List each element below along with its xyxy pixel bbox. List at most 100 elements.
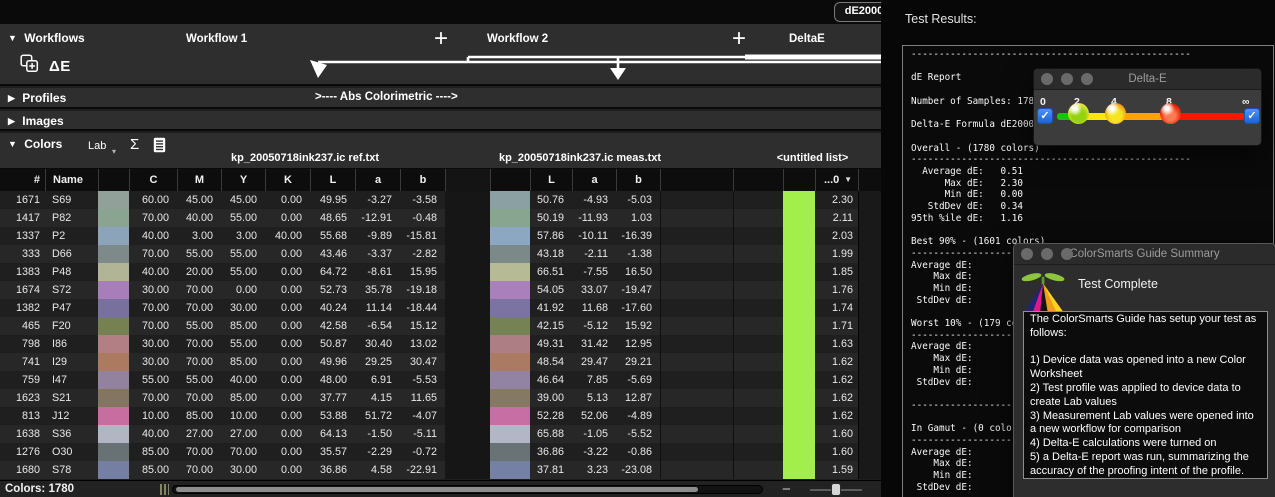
sigma-stats-icon[interactable]: Σ: [130, 136, 139, 153]
table-row[interactable]: 1680S7885.0070.0030.000.0036.864.58-22.9…: [0, 461, 881, 479]
color-mode-dropdown[interactable]: Lab ▾: [88, 140, 106, 152]
table-row[interactable]: 759I4755.0055.0040.000.0048.006.91-5.534…: [0, 371, 881, 389]
meas-swatch: [490, 299, 530, 317]
minimize-icon[interactable]: [1061, 73, 1073, 85]
images-header[interactable]: ▶ Images: [8, 114, 64, 128]
cell-l: 48.65: [310, 209, 355, 227]
table-row[interactable]: 465F2070.0055.0085.000.0042.58-6.5415.12…: [0, 317, 881, 335]
col-e1: [660, 443, 733, 461]
minimize-icon[interactable]: [1041, 248, 1053, 260]
col-edge: [858, 389, 881, 407]
scrollbar-thumb[interactable]: [176, 487, 698, 492]
cell-mb: -23.08: [616, 461, 660, 479]
cell-m: 70.00: [177, 299, 221, 317]
list-name-label: <untitled list>: [750, 152, 875, 164]
resize-grip[interactable]: [160, 484, 169, 495]
colors-header[interactable]: ▼ Colors: [8, 137, 62, 151]
add-workflow-icon[interactable]: [20, 54, 39, 78]
table-row[interactable]: 1276O3085.0070.0070.000.0035.57-2.29-0.7…: [0, 443, 881, 461]
cell-ml: 37.81: [530, 461, 572, 479]
cell-b: -0.48: [400, 209, 445, 227]
colors-section-header: ▼ Colors Lab ▾ Σ kp_20050718ink237.ic re…: [0, 133, 881, 169]
ref-swatch: [98, 443, 129, 461]
table-row[interactable]: 1383P4840.0020.0055.000.0064.72-8.6115.9…: [0, 263, 881, 281]
delta-e-tool-icon[interactable]: ΔE: [49, 58, 71, 75]
col-e2: [733, 191, 783, 209]
close-icon[interactable]: [1021, 248, 1033, 260]
col-e2: [733, 461, 783, 479]
col-header-a[interactable]: a: [355, 169, 400, 191]
col-header-meas-b[interactable]: b: [616, 169, 660, 191]
col-header-name[interactable]: Name: [45, 169, 98, 191]
profiles-header[interactable]: ▶ Profiles: [8, 91, 66, 105]
col-header-b[interactable]: b: [400, 169, 445, 191]
col-header-meas-a[interactable]: a: [572, 169, 616, 191]
cell-de: 1.60: [815, 443, 858, 461]
cell-ml: 49.31: [530, 335, 572, 353]
test-results-title: Test Results:: [905, 12, 977, 26]
close-icon[interactable]: [1041, 73, 1053, 85]
range-max-checkbox[interactable]: ✓: [1244, 108, 1260, 124]
cell-k: 0.00: [265, 407, 310, 425]
col-header-m[interactable]: M: [177, 169, 221, 191]
images-section: ▶ Images: [0, 111, 881, 131]
col-header-ref-swatch: [98, 169, 129, 191]
table-row[interactable]: 1382P4770.0070.0030.000.0040.2411.14-18.…: [0, 299, 881, 317]
de-bar: [783, 317, 815, 335]
summary-titlebar[interactable]: ColorSmarts Guide Summary: [1014, 244, 1275, 265]
col-header-meas-l[interactable]: L: [530, 169, 572, 191]
zoom-out-button[interactable]: −: [782, 481, 791, 497]
de-formula-button[interactable]: dE2000: [834, 2, 881, 22]
threshold-marker-4[interactable]: [1105, 103, 1126, 124]
table-row[interactable]: 1337P240.003.003.0040.0055.68-9.89-15.81…: [0, 227, 881, 245]
maximize-icon[interactable]: [1081, 73, 1093, 85]
col-header-num[interactable]: #: [0, 169, 45, 191]
deltae-tab[interactable]: DeltaE: [789, 33, 825, 45]
table-row[interactable]: 1623S2170.0070.0085.000.0037.774.1511.65…: [0, 389, 881, 407]
de-bar: [783, 191, 815, 209]
cell-k: 0.00: [265, 209, 310, 227]
workflow2-tab[interactable]: Workflow 2: [487, 33, 548, 45]
table-row[interactable]: 1671S6960.0045.0045.000.0049.95-3.27-3.5…: [0, 191, 881, 209]
ref-swatch: [98, 245, 129, 263]
cell-num: 1671: [0, 191, 45, 209]
col-header-c[interactable]: C: [129, 169, 177, 191]
horizontal-scrollbar[interactable]: [172, 485, 763, 494]
zoom-slider-thumb[interactable]: [831, 483, 841, 496]
cell-l: 52.73: [310, 281, 355, 299]
de-bar: [783, 407, 815, 425]
col-header-l[interactable]: L: [310, 169, 355, 191]
threshold-marker-2[interactable]: [1068, 103, 1089, 124]
col-e2: [733, 371, 783, 389]
cell-num: 1417: [0, 209, 45, 227]
table-row[interactable]: 1638S3640.0027.0027.000.0064.13-1.50-5.1…: [0, 425, 881, 443]
table-row[interactable]: 1674S7230.0070.000.000.0052.7335.78-19.1…: [0, 281, 881, 299]
table-row[interactable]: 741I2930.0070.0085.000.0049.9629.2530.47…: [0, 353, 881, 371]
report-line: [911, 224, 1273, 236]
workflows-header[interactable]: ▼ Workflows: [8, 31, 85, 45]
delta-e-titlebar[interactable]: Delta-E: [1034, 69, 1261, 90]
table-row[interactable]: 333D6670.0055.0055.000.0043.46-3.37-2.82…: [0, 245, 881, 263]
meas-swatch: [490, 461, 530, 479]
summary-text-box: The ColorSmarts Guide has setup your tes…: [1023, 311, 1268, 479]
add-step-button-2[interactable]: +: [732, 24, 746, 54]
col-e2: [733, 353, 783, 371]
table-row[interactable]: 813J1210.0085.0010.000.0053.8851.72-4.07…: [0, 407, 881, 425]
meas-swatch: [490, 353, 530, 371]
range-min-checkbox[interactable]: ✓: [1037, 108, 1053, 124]
add-step-button-1[interactable]: +: [434, 24, 448, 54]
cell-name: I47: [45, 371, 98, 389]
collapse-icon: ▼: [8, 139, 17, 149]
col-gap: [445, 191, 490, 209]
meas-swatch: [490, 263, 530, 281]
maximize-icon[interactable]: [1061, 248, 1073, 260]
cell-ma: 33.07: [572, 281, 616, 299]
col-header-y[interactable]: Y: [221, 169, 265, 191]
col-header-k[interactable]: K: [265, 169, 310, 191]
workflow1-tab[interactable]: Workflow 1: [186, 33, 247, 45]
cell-l: 48.00: [310, 371, 355, 389]
table-row[interactable]: 798I8630.0070.0055.000.0050.8730.4013.02…: [0, 335, 881, 353]
threshold-marker-8[interactable]: [1160, 103, 1181, 124]
table-row[interactable]: 1417P8270.0040.0055.000.0048.65-12.91-0.…: [0, 209, 881, 227]
col-header-de-sort[interactable]: ...0 ▼: [815, 169, 858, 191]
